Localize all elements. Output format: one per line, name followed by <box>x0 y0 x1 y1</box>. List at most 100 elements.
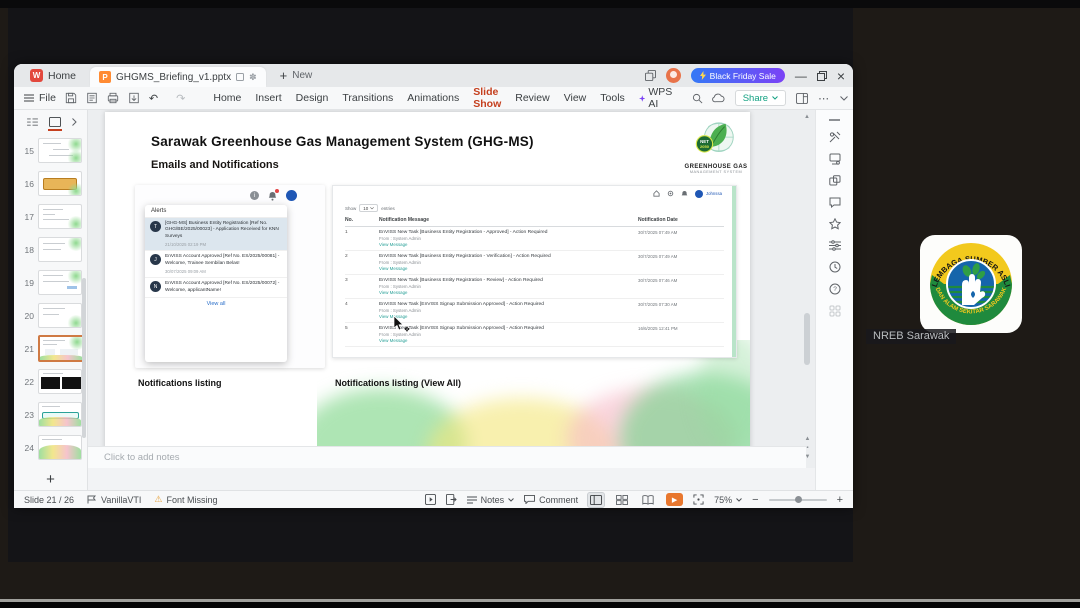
wps-home-tab[interactable]: W Home <box>22 64 90 87</box>
view-message-link[interactable]: View Message <box>379 266 638 271</box>
slide-thumbnail-19[interactable] <box>38 270 82 295</box>
slide-thumb-row: 15 <box>14 134 87 167</box>
normal-view-button[interactable] <box>587 491 606 508</box>
menu-transitions[interactable]: Transitions <box>342 92 393 104</box>
slide-thumbnail-15[interactable] <box>38 138 82 163</box>
task-window-icon[interactable] <box>424 494 436 505</box>
wps-logo-icon: W <box>30 69 43 82</box>
alert-item[interactable]: J EnVISS Account Approved [Ref No. ES/20… <box>145 251 287 279</box>
zoom-level[interactable]: 75% <box>714 495 742 505</box>
help-icon[interactable]: ? <box>829 283 841 295</box>
menu-view[interactable]: View <box>564 92 587 104</box>
history-icon[interactable] <box>829 261 841 273</box>
current-slide[interactable]: Sarawak Greenhouse Gas Management System… <box>105 112 750 468</box>
font-missing-warning[interactable]: ⚠ Font Missing <box>154 494 217 505</box>
account-avatar[interactable] <box>665 68 681 83</box>
slideshow-play-button[interactable]: ▶ <box>666 493 684 506</box>
more-options-icon[interactable]: ⋯ <box>818 92 830 105</box>
favorites-icon[interactable] <box>828 218 841 230</box>
view-all-link[interactable]: View all <box>145 298 287 307</box>
maximize-button[interactable] <box>816 70 827 81</box>
slide-thumbnail-20[interactable] <box>38 303 82 328</box>
slide-thumbnail-21-selected[interactable] <box>38 335 84 362</box>
properties-icon[interactable] <box>828 240 841 251</box>
menu-slide-show[interactable]: Slide Show <box>473 86 502 115</box>
add-slide-button[interactable]: + <box>14 471 87 488</box>
shapes-icon[interactable] <box>828 175 841 187</box>
design-icon[interactable] <box>829 153 841 165</box>
zoom-in-button[interactable]: + <box>837 494 843 506</box>
table-app-header: Johnssa <box>333 186 736 201</box>
collapse-ribbon-icon[interactable] <box>840 95 848 101</box>
slide-thumb-row: 22 <box>14 365 87 398</box>
slide-sorter-view-button[interactable] <box>614 493 630 507</box>
outline-view-icon[interactable] <box>27 117 38 127</box>
home-icon <box>653 190 660 197</box>
comment-toggle[interactable]: Comment <box>524 495 578 505</box>
logo-text-line2: MANAGEMENT SYSTEM <box>689 170 743 174</box>
menu-design[interactable]: Design <box>296 92 329 104</box>
new-tab-button[interactable]: + New <box>280 68 313 83</box>
slide-thumbnail-17[interactable] <box>38 204 82 229</box>
document-tab[interactable]: P GHGMS_Briefing_v1.pptx ✽ <box>90 67 266 87</box>
apps-grid-icon[interactable] <box>829 305 841 317</box>
file-menu[interactable]: File <box>24 92 56 104</box>
menu-animations[interactable]: Animations <box>407 92 459 104</box>
collapse-rail-icon[interactable] <box>829 119 840 121</box>
redo-button[interactable]: ↷ <box>176 92 185 105</box>
slide-thumbnail-18[interactable] <box>38 237 82 262</box>
minimize-button[interactable]: — <box>795 70 807 82</box>
view-message-link[interactable]: View Message <box>379 290 638 295</box>
notes-toggle[interactable]: Notes <box>466 495 515 505</box>
share-button[interactable]: Share <box>734 90 787 106</box>
window-tab-bar: W Home P GHGMS_Briefing_v1.pptx ✽ + New <box>14 64 853 87</box>
canvas-scrollbar[interactable]: ▲ ▲ ▪ ▼ <box>803 110 812 468</box>
search-icon[interactable] <box>692 93 703 104</box>
view-message-link[interactable]: View Message <box>379 314 638 319</box>
reading-view-button[interactable] <box>640 493 656 507</box>
zoom-slider[interactable] <box>768 495 827 503</box>
slide-view-icon[interactable] <box>48 117 62 131</box>
handout-export-icon[interactable] <box>445 494 457 505</box>
quick-tools-icon[interactable] <box>829 131 841 143</box>
cloud-sync-icon[interactable] <box>711 93 725 103</box>
promo-banner-button[interactable]: Black Friday Sale <box>690 68 785 83</box>
entries-select[interactable]: 10 <box>359 204 379 212</box>
view-message-link[interactable]: View Message <box>379 242 638 247</box>
collapse-panel-icon[interactable] <box>72 118 77 126</box>
save-button[interactable] <box>65 92 77 104</box>
undo-button[interactable]: ↶ <box>149 92 158 105</box>
panel-scrollbar[interactable] <box>82 278 86 438</box>
close-button[interactable]: × <box>837 69 845 83</box>
slide-thumbnail-24[interactable] <box>38 435 82 460</box>
print-button[interactable] <box>107 92 119 104</box>
switch-tabs-icon[interactable] <box>796 92 809 104</box>
zoom-out-button[interactable]: − <box>752 494 758 506</box>
export-button[interactable] <box>128 92 140 104</box>
fit-slide-icon[interactable] <box>693 494 704 505</box>
right-sidebar-rail: ? <box>815 110 853 490</box>
alert-item[interactable]: N EnVISS Account Approved [Ref No. ES/20… <box>145 278 287 299</box>
menu-review[interactable]: Review <box>515 92 549 104</box>
notes-area[interactable]: Click to add notes <box>88 446 806 468</box>
comment-panel-icon[interactable] <box>829 197 841 208</box>
alert-item[interactable]: T [GHG-MS] Business Entity Registration … <box>145 218 287 252</box>
tab-split-icon[interactable] <box>236 73 245 81</box>
slide-thumbnail-16[interactable] <box>38 171 82 196</box>
home-tab-label: Home <box>48 69 77 82</box>
theme-indicator[interactable]: VanillaVTI <box>87 495 141 505</box>
scrollbar-thumb[interactable] <box>804 313 810 365</box>
show-label: Show <box>345 205 357 211</box>
menu-insert[interactable]: Insert <box>255 92 281 104</box>
tab-unsaved-icon[interactable]: ✽ <box>249 72 257 82</box>
menu-home[interactable]: Home <box>213 92 241 104</box>
view-message-link[interactable]: View Message <box>379 338 638 343</box>
menu-wps-ai[interactable]: WPS AI <box>638 86 675 110</box>
window-layout-icon[interactable] <box>644 70 656 81</box>
slide-thumbnail-22[interactable] <box>38 369 82 394</box>
menu-tools[interactable]: Tools <box>600 92 625 104</box>
slide-thumbnail-23[interactable] <box>38 402 82 427</box>
scroll-up-arrow[interactable]: ▲ <box>804 114 810 120</box>
zoom-slider-knob[interactable] <box>794 495 802 503</box>
print-preview-button[interactable] <box>86 92 98 104</box>
